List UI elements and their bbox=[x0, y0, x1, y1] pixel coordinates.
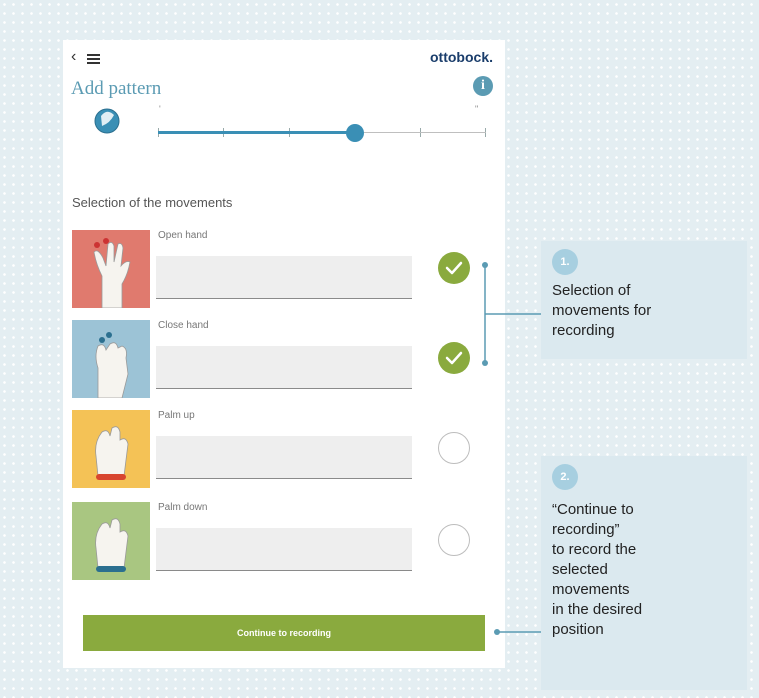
annotation-connectors bbox=[482, 262, 541, 635]
